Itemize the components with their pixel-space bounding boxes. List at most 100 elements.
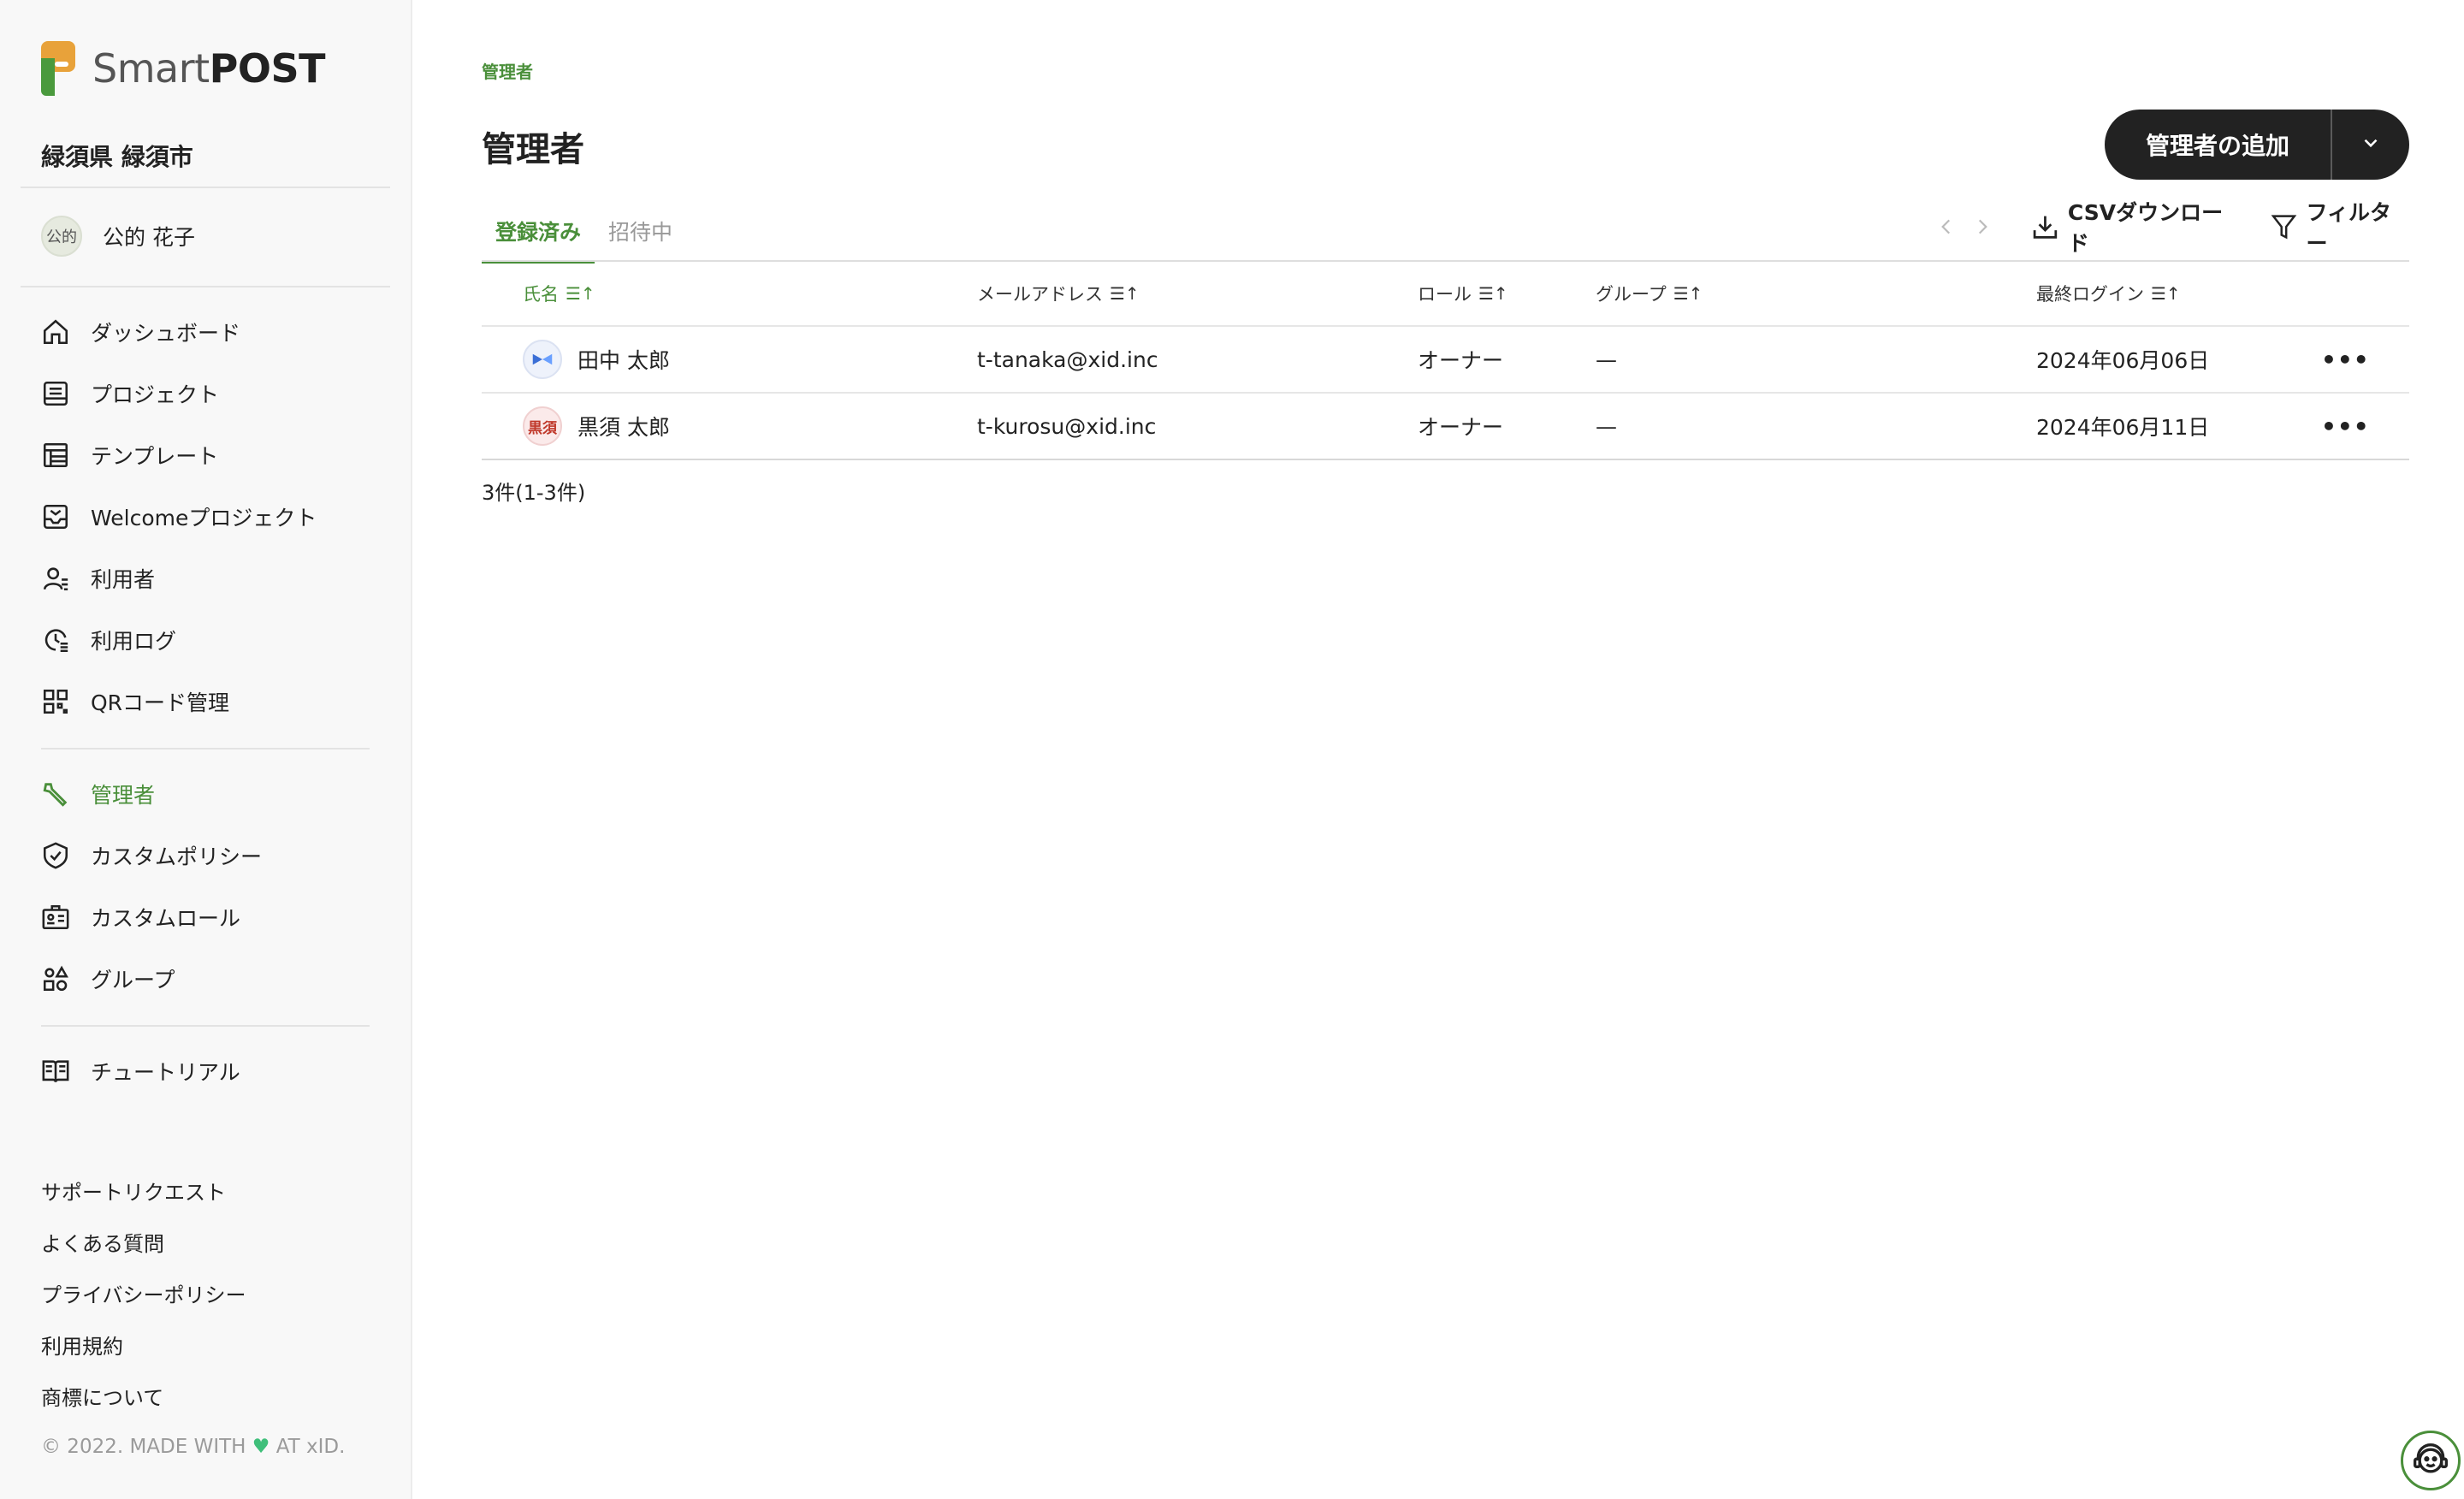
footer-link-faq[interactable]: よくある質問	[41, 1227, 164, 1257]
sort-icon: ☰↑	[566, 283, 595, 304]
role-cell: オーナー	[1418, 415, 1504, 440]
sidebar-item-users[interactable]: 利用者	[41, 558, 155, 599]
download-icon	[2033, 216, 2058, 239]
last-login-cell: 2024年06月11日	[2036, 415, 2210, 440]
add-admin-dropdown-button[interactable]	[2332, 132, 2409, 157]
chevron-left-icon[interactable]	[1934, 214, 1959, 240]
users-icon	[41, 564, 70, 593]
sidebar: SmartPOST 緑須県 緑須市 公的 公的 花子 ダッシュボード プロジェク…	[0, 0, 412, 1499]
add-admin-button-group: 管理者の追加	[2105, 110, 2409, 180]
user-name: 公的 花子	[103, 225, 195, 250]
sort-icon: ☰↑	[2151, 283, 2181, 304]
id-card-icon	[41, 903, 70, 932]
add-admin-button[interactable]: 管理者の追加	[2105, 127, 2331, 162]
sidebar-item-custom-policy[interactable]: カスタムポリシー	[41, 835, 262, 876]
group-cell: —	[1596, 413, 1617, 439]
filter-icon	[2271, 215, 2296, 240]
heart-icon: ♥	[252, 1436, 270, 1458]
support-chat-button[interactable]	[2401, 1431, 2461, 1490]
user-name: 黒須 太郎	[578, 415, 670, 440]
group-cell: —	[1596, 347, 1617, 372]
sidebar-item-welcome-project[interactable]: Welcomeプロジェクト	[41, 496, 317, 537]
sidebar-item-label: カスタムポリシー	[91, 844, 263, 869]
logo-mark-icon	[41, 41, 75, 96]
sidebar-item-label: プロジェクト	[91, 382, 220, 407]
filter-button[interactable]: フィルター	[2270, 196, 2409, 258]
avatar	[523, 340, 562, 379]
footer-link-trademark[interactable]: 商標について	[41, 1381, 163, 1411]
more-actions-icon[interactable]: •••	[2321, 394, 2370, 459]
sort-icon: ☰↑	[1673, 283, 1703, 304]
current-user[interactable]: 公的 公的 花子	[41, 216, 195, 257]
welcome-icon	[41, 502, 70, 531]
table-row[interactable]: 黒須 黒須 太郎 t-kurosu@xid.inc オーナー — 2024年06…	[482, 394, 2409, 459]
group-icon	[41, 964, 70, 993]
book-icon	[41, 1057, 70, 1086]
tabs: 登録済み 招待中	[482, 205, 686, 264]
table-header: 氏名 ☰↑ メールアドレス ☰↑ ロール ☰↑ グループ ☰↑ 最終ログイン ☰↑	[482, 262, 2409, 325]
sidebar-item-groups[interactable]: グループ	[41, 958, 175, 999]
smartpost-logo[interactable]: SmartPOST	[41, 41, 325, 96]
sidebar-item-label: ダッシュボード	[91, 321, 241, 346]
sidebar-item-label: 利用ログ	[91, 629, 177, 654]
tab-invited[interactable]: 招待中	[595, 205, 686, 264]
column-header-name[interactable]: 氏名 ☰↑	[523, 281, 595, 306]
page-title: 管理者	[482, 130, 584, 169]
chevron-down-icon	[2360, 132, 2382, 157]
sidebar-item-logs[interactable]: 利用ログ	[41, 619, 176, 661]
sidebar-item-dashboard[interactable]: ダッシュボード	[41, 311, 240, 353]
org-name: 緑須県 緑須市	[41, 143, 193, 171]
table-border	[482, 459, 2409, 460]
home-icon	[41, 317, 70, 347]
headset-icon	[2414, 1443, 2448, 1473]
column-header-last-login[interactable]: 最終ログイン ☰↑	[2036, 281, 2181, 306]
name-cell: 黒須 黒須 太郎	[523, 394, 670, 459]
chevron-right-icon[interactable]	[1969, 214, 1995, 240]
tab-registered[interactable]: 登録済み	[482, 205, 595, 264]
user-name: 田中 太郎	[578, 348, 670, 373]
project-icon	[41, 379, 70, 408]
email-cell: t-kurosu@xid.inc	[977, 413, 1157, 439]
column-header-group[interactable]: グループ ☰↑	[1596, 281, 1703, 306]
sidebar-item-label: カスタムロール	[91, 906, 241, 931]
sidebar-item-qr[interactable]: QRコード管理	[41, 681, 229, 722]
result-count: 3件(1-3件)	[482, 481, 586, 505]
breadcrumb[interactable]: 管理者	[482, 58, 533, 83]
wrench-icon	[41, 779, 70, 809]
sidebar-item-projects[interactable]: プロジェクト	[41, 373, 219, 414]
log-icon	[41, 625, 70, 655]
sort-icon: ☰↑	[1110, 283, 1140, 304]
divider	[21, 286, 390, 287]
avatar: 公的	[41, 216, 82, 257]
table-toolbar: CSVダウンロード フィルター	[1934, 200, 2409, 256]
divider	[41, 1025, 370, 1027]
column-header-email[interactable]: メールアドレス ☰↑	[977, 281, 1140, 306]
avatar: 黒須	[523, 406, 562, 446]
copyright: © 2022. MADE WITH ♥ AT xID.	[41, 1436, 346, 1458]
sidebar-item-custom-role[interactable]: カスタムロール	[41, 897, 240, 938]
footer-link-privacy[interactable]: プライバシーポリシー	[41, 1278, 246, 1308]
sidebar-item-label: チュートリアル	[91, 1060, 240, 1085]
sidebar-item-label: 利用者	[91, 567, 156, 592]
sidebar-item-label: 管理者	[91, 783, 156, 808]
logo-text: SmartPOST	[92, 45, 325, 92]
column-header-role[interactable]: ロール ☰↑	[1418, 281, 1508, 306]
sort-icon: ☰↑	[1478, 283, 1508, 304]
sidebar-item-admins[interactable]: 管理者	[41, 773, 155, 815]
sidebar-item-templates[interactable]: テンプレート	[41, 435, 218, 476]
email-cell: t-tanaka@xid.inc	[977, 347, 1158, 372]
sidebar-item-label: Welcomeプロジェクト	[91, 506, 317, 530]
sidebar-item-tutorial[interactable]: チュートリアル	[41, 1051, 240, 1092]
sidebar-item-label: グループ	[91, 968, 175, 992]
divider	[41, 748, 370, 750]
csv-download-button[interactable]: CSVダウンロード	[2031, 196, 2239, 258]
footer-link-terms[interactable]: 利用規約	[41, 1330, 123, 1360]
table-row[interactable]: 田中 太郎 t-tanaka@xid.inc オーナー — 2024年06月06…	[482, 327, 2409, 392]
footer-link-support[interactable]: サポートリクエスト	[41, 1176, 226, 1206]
qr-icon	[41, 687, 70, 716]
template-icon	[41, 441, 70, 470]
role-cell: オーナー	[1418, 348, 1504, 373]
last-login-cell: 2024年06月06日	[2036, 348, 2210, 373]
more-actions-icon[interactable]: •••	[2321, 327, 2370, 392]
sidebar-item-label: QRコード管理	[91, 690, 230, 715]
